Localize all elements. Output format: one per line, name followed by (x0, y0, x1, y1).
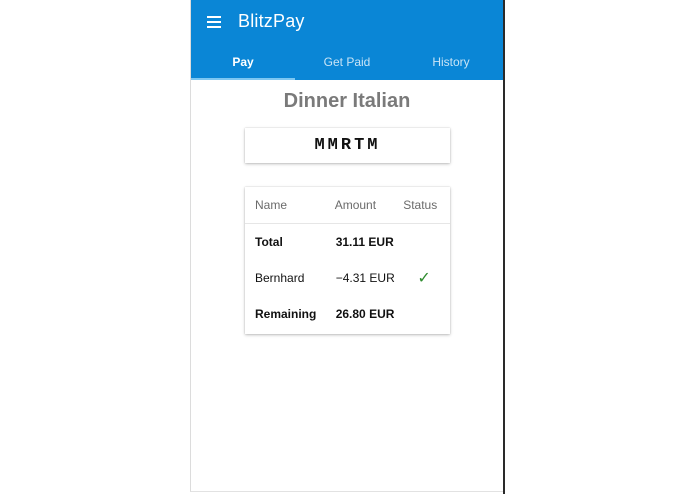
header-status: Status (398, 187, 450, 224)
bill-code: MMRTM (314, 136, 381, 155)
row-amount: 31.11 EUR (335, 235, 394, 249)
screen: BlitzPay Pay Get Paid History Dinner Ita… (0, 0, 695, 494)
row-name: Bernhard (255, 271, 305, 285)
table-row-total: Total 31.11 EUR (245, 224, 450, 261)
row-amount: −4.31 EUR (335, 271, 395, 285)
payment-table-card: Name Amount Status Total 31.11 EUR Bernh… (245, 187, 450, 334)
tab-history[interactable]: History (399, 44, 503, 80)
tab-get-paid[interactable]: Get Paid (295, 44, 399, 80)
checkmark-icon: ✓ (417, 270, 431, 287)
window-edge (503, 0, 505, 494)
app-bar: BlitzPay Pay Get Paid History (191, 0, 503, 80)
hamburger-menu-icon[interactable] (207, 14, 223, 30)
tab-bar: Pay Get Paid History (191, 44, 503, 80)
table-header-row: Name Amount Status (245, 187, 450, 224)
row-name: Remaining (255, 307, 317, 321)
row-amount: 26.80 EUR (335, 307, 395, 321)
tab-pay[interactable]: Pay (191, 44, 295, 80)
row-status (398, 296, 450, 332)
table-row-bernhard: Bernhard −4.31 EUR ✓ (245, 260, 450, 296)
row-name: Total (255, 235, 283, 249)
payment-table: Name Amount Status Total 31.11 EUR Bernh… (245, 187, 450, 332)
header-name: Name (245, 187, 326, 224)
table-row-remaining: Remaining 26.80 EUR (245, 296, 450, 332)
row-status (398, 224, 450, 261)
bill-code-card: MMRTM (245, 128, 450, 163)
app-title: BlitzPay (238, 11, 305, 31)
app-window: BlitzPay Pay Get Paid History Dinner Ita… (190, 0, 503, 492)
header-amount: Amount (325, 187, 399, 224)
bill-title: Dinner Italian (283, 90, 411, 112)
